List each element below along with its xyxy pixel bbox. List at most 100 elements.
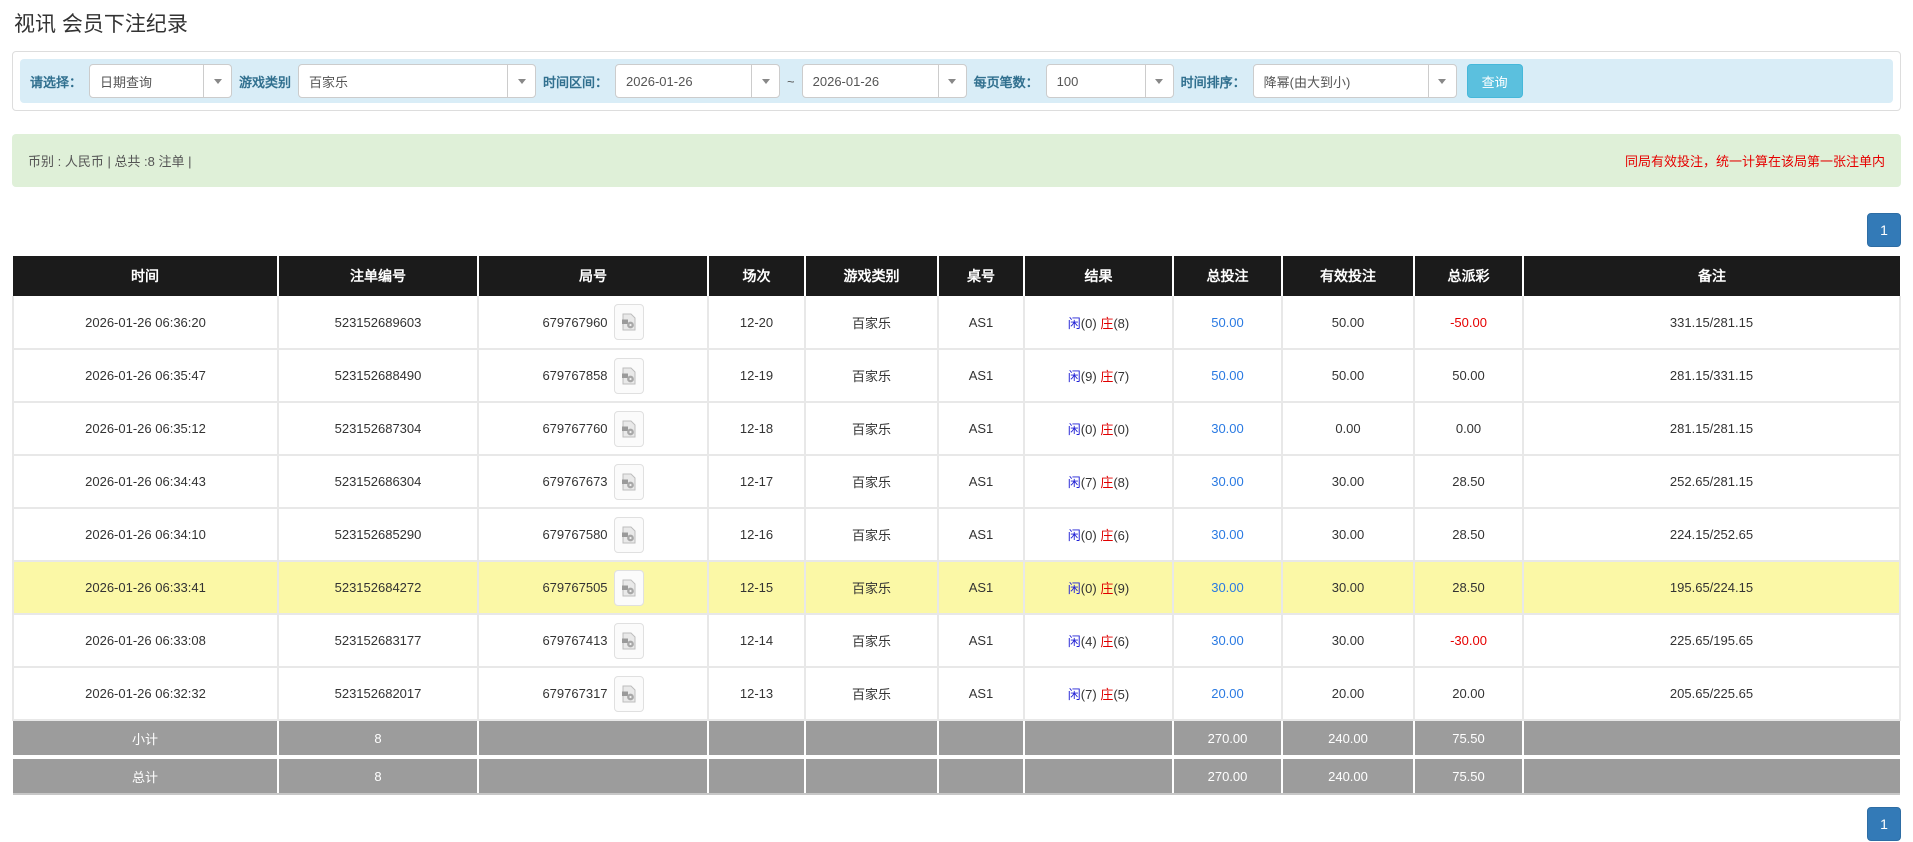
cell-empty — [805, 757, 939, 795]
pagination-bottom: 1 — [12, 807, 1901, 841]
cell-result: 闲(0) 庄(9) — [1024, 561, 1174, 615]
video-replay-button[interactable] — [613, 622, 644, 659]
query-mode-select[interactable]: 日期查询 — [89, 64, 233, 98]
time-sort-select[interactable]: 降幂(由大到小) — [1252, 64, 1457, 98]
date-from-select[interactable]: 2026-01-26 — [615, 64, 781, 98]
table-header: 时间 注单编号 局号 场次 游戏类别 桌号 结果 总投注 有效投注 总派彩 备注 — [13, 256, 1900, 296]
cell-round-id: 679767960 — [478, 296, 709, 350]
video-file-icon — [621, 473, 636, 490]
cell-empty — [1523, 757, 1900, 795]
cell-round-id: 679767673 — [478, 455, 709, 509]
total-total-bet: 270.00 — [1173, 757, 1283, 795]
video-replay-button[interactable] — [613, 675, 644, 712]
cell-valid-bet: 30.00 — [1282, 455, 1415, 509]
cell-remark: 205.65/225.65 — [1523, 667, 1901, 721]
cell-table-no: AS1 — [938, 402, 1025, 456]
pagination-top: 1 — [12, 213, 1901, 247]
cell-total-bet[interactable]: 50.00 — [1173, 349, 1283, 403]
table-row: 2026-01-26 06:35:47 523152688490 679767858… — [12, 349, 1901, 403]
col-header-round-id: 局号 — [478, 256, 709, 296]
page-size-label: 每页笔数： — [973, 74, 1039, 90]
video-replay-button[interactable] — [613, 357, 644, 394]
total-label: 总计 — [13, 757, 279, 795]
cell-total-bet[interactable]: 20.00 — [1173, 667, 1283, 721]
cell-bet-id: 523152682017 — [278, 667, 479, 721]
date-to-select[interactable]: 2026-01-26 — [801, 64, 967, 98]
table-row: 2026-01-26 06:36:20 523152689603 679767960… — [12, 296, 1901, 350]
cell-empty — [478, 720, 709, 759]
cell-time: 2026-01-26 06:36:20 — [12, 296, 279, 350]
cell-total-bet[interactable]: 30.00 — [1173, 508, 1283, 562]
cell-time: 2026-01-26 06:33:08 — [12, 614, 279, 668]
cell-remark: 252.65/281.15 — [1523, 455, 1901, 509]
query-mode-value: 日期查询 — [100, 74, 153, 90]
page-title: 视讯 会员下注纪录 — [14, 13, 188, 36]
cell-total-bet[interactable]: 30.00 — [1173, 455, 1283, 509]
col-header-time: 时间 — [13, 256, 279, 296]
cell-bet-id: 523152685290 — [278, 508, 479, 562]
date-range-tilde: ~ — [787, 73, 795, 89]
col-header-valid-bet: 有效投注 — [1282, 256, 1415, 296]
chevron-down-icon — [937, 65, 966, 97]
pagination-page-1-button[interactable]: 1 — [1867, 213, 1901, 247]
cell-valid-bet: 30.00 — [1282, 614, 1415, 668]
table-row: 2026-01-26 06:33:41 523152684272 679767505… — [12, 561, 1901, 615]
table-row: 2026-01-26 06:34:43 523152686304 679767673… — [12, 455, 1901, 509]
cell-total-bet[interactable]: 30.00 — [1173, 561, 1283, 615]
video-replay-button[interactable] — [613, 569, 644, 606]
cell-result: 闲(9) 庄(7) — [1024, 349, 1174, 403]
cell-remark: 224.15/252.65 — [1523, 508, 1901, 562]
cell-empty — [1523, 720, 1900, 759]
cell-payout: 28.50 — [1414, 508, 1524, 562]
cell-remark: 225.65/195.65 — [1523, 614, 1901, 668]
cell-session: 12-13 — [708, 667, 806, 721]
cell-round-id: 679767760 — [478, 402, 709, 456]
game-type-value: 百家乐 — [309, 74, 349, 90]
cell-session: 12-17 — [708, 455, 806, 509]
video-replay-button[interactable] — [613, 463, 644, 500]
page: 视讯 会员下注纪录 请选择： 日期查询 游戏类别 百家乐 时间区间： 2026-… — [0, 0, 1913, 841]
cell-valid-bet: 30.00 — [1282, 561, 1415, 615]
cell-payout: -50.00 — [1414, 296, 1524, 350]
cell-session: 12-18 — [708, 402, 806, 456]
cell-session: 12-19 — [708, 349, 806, 403]
bet-records-table: 时间 注单编号 局号 场次 游戏类别 桌号 结果 总投注 有效投注 总派彩 备注… — [12, 256, 1901, 795]
game-type-select[interactable]: 百家乐 — [298, 64, 537, 98]
cell-round-id: 679767858 — [478, 349, 709, 403]
video-file-icon — [621, 685, 636, 702]
query-button[interactable]: 查询 — [1466, 64, 1523, 98]
cell-time: 2026-01-26 06:35:47 — [12, 349, 279, 403]
pagination-page-1-button[interactable]: 1 — [1867, 807, 1901, 841]
video-replay-button[interactable] — [613, 304, 644, 340]
subtotal-label: 小计 — [13, 720, 279, 759]
cell-round-id: 679767505 — [478, 561, 709, 615]
summary-notice: 同局有效投注，统一计算在该局第一张注单内 — [1624, 154, 1885, 169]
summary-currency-count: 币别 : 人民币 | 总共 :8 注单 | — [28, 154, 192, 169]
cell-payout: 28.50 — [1414, 455, 1524, 509]
cell-total-bet[interactable]: 30.00 — [1173, 614, 1283, 668]
video-replay-button[interactable] — [613, 516, 644, 553]
cell-table-no: AS1 — [938, 455, 1025, 509]
cell-bet-id: 523152687304 — [278, 402, 479, 456]
subtotal-valid-bet: 240.00 — [1282, 720, 1415, 759]
subtotal-total-bet: 270.00 — [1173, 720, 1283, 759]
page-size-value: 100 — [1056, 73, 1079, 89]
cell-payout: -30.00 — [1414, 614, 1524, 668]
page-size-select[interactable]: 100 — [1045, 64, 1174, 98]
col-header-game-type: 游戏类别 — [805, 256, 939, 296]
cell-empty — [708, 720, 806, 759]
col-header-remark: 备注 — [1523, 256, 1900, 296]
cell-result: 闲(0) 庄(0) — [1024, 402, 1174, 456]
cell-total-bet[interactable]: 30.00 — [1173, 402, 1283, 456]
table-row: 2026-01-26 06:33:08 523152683177 679767413… — [12, 614, 1901, 668]
col-header-session: 场次 — [708, 256, 806, 296]
video-replay-button[interactable] — [613, 410, 644, 447]
cell-total-bet[interactable]: 50.00 — [1173, 296, 1283, 350]
cell-round-id: 679767317 — [478, 667, 709, 721]
mode-label: 请选择： — [30, 74, 83, 90]
cell-result: 闲(7) 庄(8) — [1024, 455, 1174, 509]
date-from-value: 2026-01-26 — [626, 73, 693, 89]
cell-valid-bet: 30.00 — [1282, 508, 1415, 562]
cell-round-id: 679767580 — [478, 508, 709, 562]
cell-table-no: AS1 — [938, 561, 1025, 615]
